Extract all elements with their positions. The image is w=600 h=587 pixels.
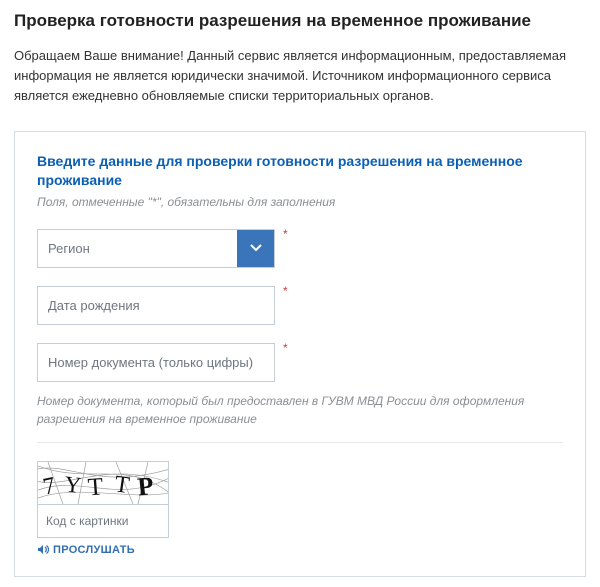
page-title: Проверка готовности разрешения на времен… — [14, 10, 586, 32]
dob-field-row: * — [37, 286, 563, 325]
svg-text:Y: Y — [63, 471, 83, 498]
captcha-image: 7 Y T T P — [38, 462, 168, 504]
listen-captcha-link[interactable]: ПРОСЛУШАТЬ — [37, 544, 135, 556]
captcha-block: 7 Y T T P ПРОСЛУШАТЬ — [37, 461, 563, 561]
region-select-toggle[interactable] — [237, 230, 274, 267]
intro-text: Обращаем Ваше внимание! Данный сервис яв… — [14, 46, 586, 106]
captcha-input[interactable] — [38, 504, 168, 537]
svg-text:P: P — [136, 471, 155, 502]
region-field-row: * — [37, 229, 563, 268]
region-select[interactable] — [37, 229, 275, 268]
required-fields-hint: Поля, отмеченные "*", обязательны для за… — [37, 195, 563, 209]
document-number-help: Номер документа, который был предоставле… — [37, 392, 563, 428]
check-form: Введите данные для проверки готовности р… — [14, 131, 586, 578]
dob-field-wrap — [37, 286, 275, 325]
captcha-frame: 7 Y T T P — [37, 461, 169, 538]
document-number-input[interactable] — [38, 344, 274, 381]
required-star: * — [283, 341, 288, 355]
form-separator — [37, 442, 563, 443]
required-star: * — [283, 227, 288, 241]
required-star: * — [283, 284, 288, 298]
svg-text:T: T — [87, 473, 104, 501]
docnum-field-wrap — [37, 343, 275, 382]
docnum-field-row: * — [37, 343, 563, 382]
speaker-icon — [37, 544, 49, 555]
region-select-label[interactable] — [38, 230, 237, 267]
dob-input[interactable] — [38, 287, 274, 324]
form-heading: Введите данные для проверки готовности р… — [37, 152, 563, 191]
listen-label: ПРОСЛУШАТЬ — [53, 544, 135, 556]
chevron-down-icon — [250, 244, 262, 252]
